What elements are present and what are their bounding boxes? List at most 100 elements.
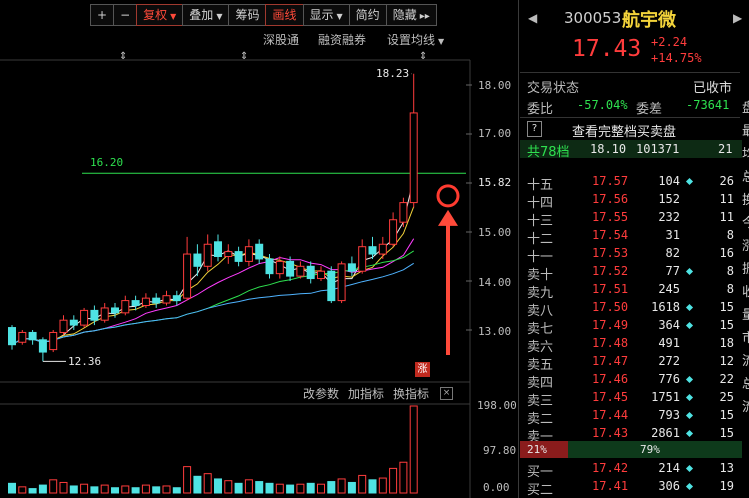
side-info-char: 市 [742,331,749,346]
level-volume: 245 [658,282,680,296]
candle-body [347,263,356,272]
level-volume: 364 [658,318,680,332]
volume-bar [90,486,99,494]
price-tick-label: 13.00 [478,325,512,338]
change-indicator-button[interactable]: 换指标 [393,385,429,402]
candle-body [131,300,140,307]
horizontal-line-label: 16.20 [90,156,124,169]
level-volume: 793 [658,408,680,422]
ask-level-row[interactable]: 卖四 17.46 776 22 [520,370,749,391]
level-price: 17.47 [592,354,629,368]
volume-bar [28,488,37,494]
large-order-icon [685,321,694,330]
ask-level-row[interactable]: 卖五 17.47 272 12 [520,352,749,373]
candle-body [49,331,58,351]
ask-level-row[interactable]: 十一 17.53 82 16 [520,244,749,265]
ask-level-row[interactable]: 卖九 17.51 245 8 [520,280,749,301]
volume-bar [59,481,68,494]
candle-body [286,260,295,277]
level-count: 11 [719,192,734,206]
add-indicator-button[interactable]: 加指标 [348,385,384,402]
side-info-char: 总 [742,377,749,392]
total-levels-label: 共78档 [527,145,570,160]
bid-level-row[interactable]: 买二 17.41 306 19 [520,477,749,498]
weicha-label: 委差 [636,102,663,117]
level-volume: 104 [658,174,680,188]
level-volume: 272 [658,354,680,368]
candle-body [265,258,274,275]
ask-level-row[interactable]: 卖三 17.45 1751 25 [520,388,749,409]
next-stock-icon[interactable]: ▶ [733,11,742,25]
volume-bar [244,479,253,494]
side-info-char: 涨 [742,239,749,254]
high-price-label: 18.23 [376,67,410,80]
level-price: 17.53 [592,246,629,260]
large-order-icon [685,429,694,438]
ask-level-row[interactable]: 卖一 17.43 2861 15 [520,424,749,445]
close-icon[interactable]: × [440,387,453,400]
ask-level-row[interactable]: 卖二 17.44 793 15 [520,406,749,427]
ask-level-row[interactable]: 十二 17.54 31 8 [520,226,749,247]
volume-bar [193,475,202,494]
volume-bar [317,483,325,494]
full-depth-link[interactable]: 查看完整档买卖盘 [572,121,676,140]
bid-level-row[interactable]: 买一 17.42 214 13 [520,459,749,480]
side-info-char: 流 [742,354,749,369]
ask-level-row[interactable]: 十四 17.56 152 11 [520,190,749,211]
prev-stock-icon[interactable]: ◀ [528,11,537,25]
divider [520,72,740,73]
candle-body [255,243,264,260]
ask-level-row[interactable]: 卖六 17.48 491 18 [520,334,749,355]
candlestick-chart[interactable] [0,0,518,498]
volume-bar [337,478,346,494]
volume-tick-label: 97.80 [483,444,517,457]
candle-body [203,243,212,267]
level-volume: 232 [658,210,680,224]
level-price: 17.52 [592,264,629,278]
side-info-char: 今 [742,216,749,231]
candle-body [368,246,377,255]
weicha-value: -73641 [686,98,730,112]
highlight-circle [436,184,460,208]
level-price: 17.55 [592,210,629,224]
indicator-params-button[interactable]: 改参数 [303,385,339,402]
candle-body [224,251,233,258]
candle-body [378,243,387,255]
level-count: 25 [719,390,734,404]
help-icon[interactable]: ? [527,121,542,137]
ask-level-row[interactable]: 卖七 17.49 364 15 [520,316,749,337]
volume-bar [203,473,212,494]
price-change: +2.24 [651,35,688,49]
level-volume: 152 [658,192,680,206]
ask-level-row[interactable]: 十五 17.57 104 26 [520,172,749,193]
volume-bar [234,482,243,494]
trade-status-value: 已收市 [693,81,733,96]
level-volume: 82 [665,246,680,260]
level-count: 26 [719,174,734,188]
candle-body [162,295,171,304]
ask-level-row[interactable]: 十三 17.55 232 11 [520,208,749,229]
kline-panel[interactable]: + − 复权 ▼ 叠加 ▼ 筹码 画线 显示 ▼ 简约 隐藏 ▸▸ 深股通 融资融券 设… [0,0,518,498]
volume-bar [389,467,398,494]
volume-bar [18,486,27,494]
candle-body [69,319,78,326]
large-order-icon [685,393,694,402]
candle-body [121,300,130,314]
side-info-column: 盘最均总换今涨振收量市流总流 [742,97,749,419]
current-price-label: 15.82 [478,176,512,189]
large-order-icon [685,411,694,420]
candle-body [111,307,119,314]
volume-bar [224,480,233,494]
total-levels-volume: 101371 [636,142,680,156]
candle-body [327,270,336,302]
ask-level-row[interactable]: 卖十 17.52 77 8 [520,262,749,283]
level-count: 19 [719,479,734,493]
volume-bar [409,405,418,494]
level-price: 17.50 [592,300,629,314]
candle-body [90,309,99,321]
ask-level-row[interactable]: 卖八 17.50 1618 15 [520,298,749,319]
candle-body [183,253,192,299]
volume-bar [100,484,109,494]
volume-bar [255,481,264,494]
side-info-char: 盘 [742,101,749,116]
